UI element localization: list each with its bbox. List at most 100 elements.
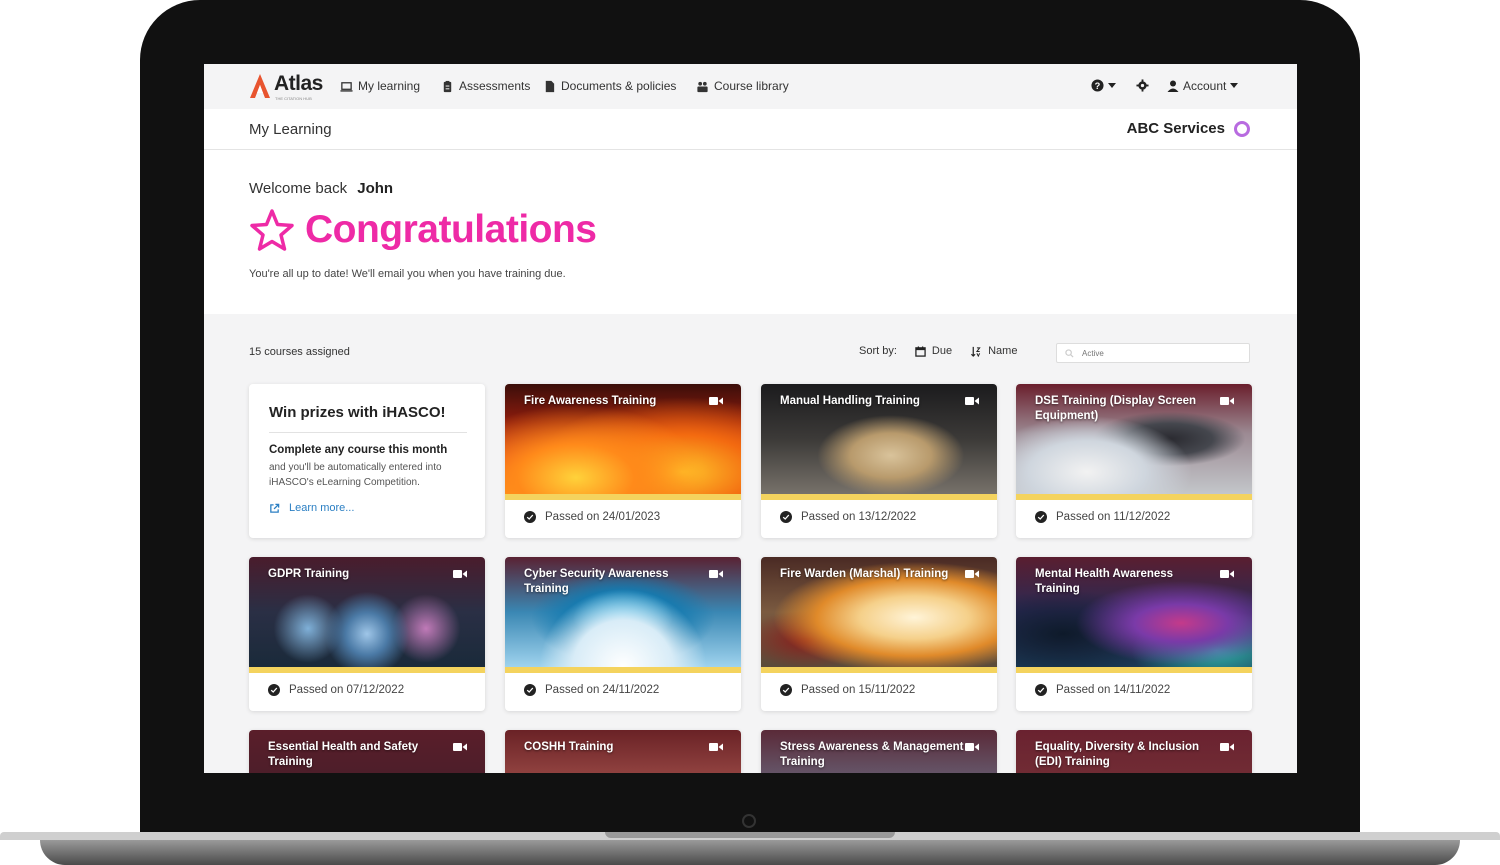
course-title: Manual Handling Training — [780, 395, 920, 407]
course-status-strip — [761, 667, 997, 673]
learn-more-link[interactable]: Learn more... — [269, 502, 354, 514]
atlas-logo-mark-icon — [250, 74, 270, 98]
nav-documents-policies[interactable]: Documents & policies — [543, 79, 676, 93]
course-status-text: Passed on 07/12/2022 — [289, 684, 405, 696]
calendar-icon — [915, 345, 926, 357]
course-status-text: Passed on 14/11/2022 — [1056, 684, 1171, 696]
promo-description: and you'll be automatically entered into… — [269, 462, 442, 488]
nav-assessments[interactable]: Assessments — [441, 79, 530, 93]
video-icon — [1220, 570, 1234, 578]
promo-subtitle: Complete any course this month — [269, 444, 448, 456]
video-icon — [453, 743, 467, 751]
sort-by-name-button[interactable]: Name — [970, 345, 1017, 357]
course-status: Passed on 13/12/2022 — [780, 511, 916, 523]
course-status-text: Passed on 11/12/2022 — [1056, 511, 1171, 523]
account-label: Account — [1183, 79, 1227, 93]
check-circle-icon — [780, 511, 792, 523]
user-name: John — [357, 180, 394, 197]
nav-label: Documents & policies — [561, 79, 677, 93]
course-card[interactable]: Equality, Diversity & Inclusion (EDI) Tr… — [1016, 730, 1252, 773]
course-title: DSE Training (Display Screen Equipment) — [1035, 395, 1197, 422]
account-menu[interactable]: Account — [1167, 79, 1239, 93]
course-card[interactable]: Essential Health and Safety Training — [249, 730, 485, 773]
course-title: Cyber Security Awareness Training — [524, 568, 669, 595]
video-icon — [965, 570, 979, 578]
page-header: My Learning ABC Services — [204, 109, 1297, 150]
laptop-icon — [340, 81, 353, 92]
promo-card: Win prizes with iHASCO! Complete any cou… — [249, 384, 485, 538]
svg-text:?: ? — [1095, 81, 1101, 91]
help-menu[interactable]: ? — [1091, 79, 1116, 92]
welcome-greeting: Welcome back — [249, 180, 348, 197]
video-icon — [965, 743, 979, 751]
course-card[interactable]: Fire Awareness Training Passed on 24/01/… — [505, 384, 741, 538]
nav-my-learning[interactable]: My learning — [340, 79, 420, 93]
course-card[interactable]: COSHH Training — [505, 730, 741, 773]
divider — [269, 432, 467, 433]
course-status-strip — [505, 667, 741, 673]
course-status-text: Passed on 24/11/2022 — [545, 684, 660, 696]
course-title: Essential Health and Safety Training — [268, 741, 419, 768]
search-input[interactable] — [1080, 347, 1244, 359]
course-status-strip — [1016, 494, 1252, 500]
sort-by-due-button[interactable]: Due — [915, 345, 952, 357]
course-card[interactable]: Fire Warden (Marshal) Training Passed on… — [761, 557, 997, 711]
course-search[interactable] — [1056, 343, 1250, 363]
video-icon — [1220, 743, 1234, 751]
nav-label: My learning — [358, 79, 421, 93]
check-circle-icon — [524, 511, 536, 523]
course-status-strip — [761, 494, 997, 500]
base-bottom — [40, 840, 1460, 865]
course-status-text: Passed on 24/01/2023 — [545, 511, 661, 523]
welcome-section: Welcome back John Congratulations You're… — [204, 150, 1297, 314]
laptop-base — [0, 832, 1500, 865]
logo-text: Atlas — [274, 72, 323, 95]
course-status: Passed on 15/11/2022 — [780, 684, 915, 696]
gear-icon — [1136, 79, 1149, 92]
course-card[interactable]: Mental Health Awareness Training Passed … — [1016, 557, 1252, 711]
base-notch — [605, 832, 895, 838]
external-link-icon — [270, 503, 280, 513]
course-card[interactable]: DSE Training (Display Screen Equipment) … — [1016, 384, 1252, 538]
video-icon — [453, 570, 467, 578]
check-circle-icon — [1035, 684, 1047, 696]
video-icon — [709, 397, 723, 405]
course-status: Passed on 24/01/2023 — [524, 511, 660, 523]
course-title: Mental Health Awareness Training — [1035, 568, 1174, 595]
congratulations-heading: Congratulations — [249, 208, 597, 252]
course-status-strip — [505, 494, 741, 500]
sort-label: Sort by: — [859, 345, 897, 357]
course-card[interactable]: Manual Handling Training Passed on 13/12… — [761, 384, 997, 538]
sort-alpha-icon — [971, 346, 981, 357]
course-status-text: Passed on 15/11/2022 — [801, 684, 916, 696]
video-icon — [709, 743, 723, 751]
video-icon — [709, 570, 723, 578]
course-card[interactable]: GDPR Training Passed on 07/12/2022 — [249, 557, 485, 711]
check-circle-icon — [268, 684, 280, 696]
course-count: 15 courses assigned — [249, 346, 350, 358]
course-status-strip — [1016, 667, 1252, 673]
course-status-strip — [249, 667, 485, 673]
course-title: GDPR Training — [268, 568, 350, 580]
caret-down-icon — [1230, 83, 1239, 88]
nav-course-library[interactable]: Course library — [696, 79, 789, 93]
congratulations-text: Congratulations — [305, 208, 597, 251]
up-to-date-message: You're all up to date! We'll email you w… — [249, 268, 566, 280]
users-icon — [697, 81, 708, 92]
course-card[interactable]: Stress Awareness & Management Training — [761, 730, 997, 773]
course-status: Passed on 11/12/2022 — [1035, 511, 1170, 523]
top-navigation: Atlas THE CITATION HUB My learning Asses… — [204, 64, 1297, 109]
course-title: Stress Awareness & Management Training — [780, 741, 964, 768]
app-screen: Atlas THE CITATION HUB My learning Asses… — [204, 64, 1297, 773]
settings-button[interactable] — [1136, 79, 1149, 92]
page-title: My Learning — [249, 121, 332, 138]
search-icon — [1065, 348, 1074, 358]
star-icon — [250, 209, 294, 251]
document-icon — [545, 80, 555, 92]
course-card[interactable]: Cyber Security Awareness Training Passed… — [505, 557, 741, 711]
course-status: Passed on 14/11/2022 — [1035, 684, 1170, 696]
caret-down-icon — [1108, 82, 1116, 88]
course-title: COSHH Training — [524, 741, 614, 753]
learn-more-label: Learn more... — [289, 502, 355, 514]
organisation-logo-icon — [1234, 121, 1250, 137]
